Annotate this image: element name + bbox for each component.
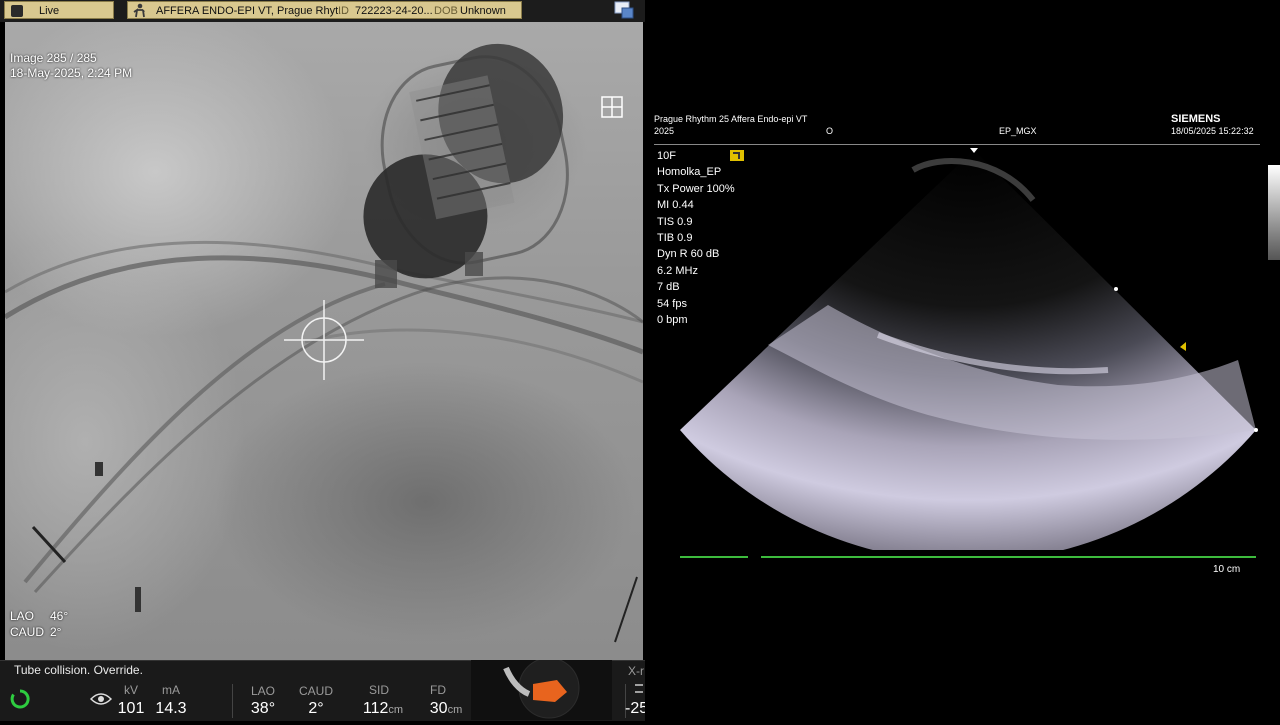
ma-value: 14.3 — [155, 700, 187, 717]
fluoro-toolbar: Live AFFERA ENDO-EPI VT, Prague Rhyt... … — [0, 0, 645, 22]
fluoroscopy-image[interactable]: Image 285 / 285 18-May-2025, 2:24 PM LAO… — [5, 22, 643, 660]
kv-value: 101 — [117, 700, 145, 717]
caud-value: 2° — [308, 700, 324, 717]
sid-value: 112 — [362, 700, 389, 717]
sid-label: SID — [368, 683, 389, 697]
patient-id-label: ID — [338, 5, 349, 17]
image-timestamp: 18-May-2025, 2:24 PM — [10, 66, 133, 80]
angle1-value: 46° — [50, 609, 69, 623]
monitor-icon[interactable] — [614, 1, 634, 19]
ready-ring-icon — [10, 689, 30, 709]
echo-preset: EP_MGX — [999, 126, 1037, 136]
patient-info-bar[interactable]: AFFERA ENDO-EPI VT, Prague Rhyt... ID 72… — [127, 1, 522, 19]
echo-orientation-marker: O — [826, 126, 834, 136]
c-arm-position-widget[interactable] — [471, 657, 612, 720]
vendor-logo: SIEMENS — [1171, 113, 1221, 125]
ma-label: mA — [162, 683, 180, 697]
live-indicator-icon — [11, 5, 23, 17]
xr-label: X-r — [628, 664, 644, 678]
tilt-arrows-icon — [635, 684, 643, 693]
echo-header: Prague Rhythm 25 Affera Endo-epi VT 2025… — [654, 113, 1264, 144]
angle2-value: 2° — [50, 625, 62, 639]
echo-param-probe: 10F — [657, 150, 676, 162]
lao-label: LAO — [250, 684, 275, 698]
kv-label: kV — [123, 683, 138, 697]
xr-value: -25 — [625, 700, 645, 717]
eye-icon[interactable] — [90, 692, 112, 706]
angle1-label: LAO — [10, 609, 35, 623]
layout-grid-icon — [601, 96, 623, 118]
echo-study-year: 2025 — [654, 126, 675, 136]
lao-value: 38° — [250, 700, 276, 717]
angle2-label: CAUD — [10, 625, 45, 639]
patient-name: AFFERA ENDO-EPI VT, Prague Rhyt... — [156, 5, 348, 17]
fluoro-anatomy-graphic — [5, 43, 643, 643]
patient-person-icon — [133, 3, 145, 18]
fd-unit: cm — [447, 704, 463, 716]
depth-scale-label: 10 cm — [1213, 564, 1241, 575]
patient-dob-label: DOB — [434, 5, 458, 17]
c-arm-probe-icon — [503, 657, 580, 719]
patient-dob-value: Unknown — [460, 5, 506, 17]
sid-unit: cm — [388, 704, 404, 716]
live-button[interactable]: Live — [4, 1, 114, 19]
grayscale-bar — [1268, 165, 1280, 260]
caud-label: CAUD — [298, 684, 333, 698]
echo-param-gain: 7 dB — [657, 281, 680, 293]
status-divider — [232, 684, 233, 718]
live-label: Live — [39, 5, 60, 17]
fd-label: FD — [430, 683, 446, 697]
status-message: Tube collision. Override. — [14, 663, 143, 677]
depth-scale-bar — [761, 556, 1256, 558]
echo-datetime: 18/05/2025 15:22:32 — [1171, 126, 1254, 136]
depth-scale-bar — [680, 556, 748, 558]
crosshair-icon — [284, 300, 364, 380]
patient-id-value: 722223-24-20... — [355, 5, 433, 17]
fd-value: 30 — [429, 700, 448, 717]
image-counter: Image 285 / 285 — [10, 51, 97, 65]
ultrasound-sector-image[interactable] — [678, 145, 1262, 550]
echo-study-title: Prague Rhythm 25 Affera Endo-epi VT — [654, 114, 808, 124]
